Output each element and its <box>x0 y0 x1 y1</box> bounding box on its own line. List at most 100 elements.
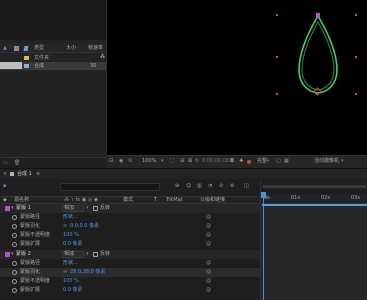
mask-property-row[interactable]: 蒙版路径 形状... <box>0 259 260 268</box>
timeline-tab-label[interactable]: 合成 1 <box>17 172 32 177</box>
pickwhip-icon[interactable]: @ <box>206 224 211 229</box>
shy-layers-icon[interactable]: ☺ <box>186 184 191 189</box>
time-navigator[interactable] <box>261 180 367 194</box>
transform-handle-br[interactable] <box>355 93 357 95</box>
timecode-display[interactable]: 0:00:00:00 <box>202 159 229 164</box>
label-column-icon[interactable] <box>14 46 19 51</box>
mode-dropdown-icon[interactable]: ▾ <box>86 206 89 211</box>
property-value[interactable]: 100 % <box>63 279 79 284</box>
sort-icon[interactable]: ▲ <box>3 46 7 51</box>
inverted-checkbox[interactable] <box>93 206 98 211</box>
tag-column-icon[interactable] <box>23 46 29 51</box>
mask-color-swatch[interactable] <box>5 252 10 257</box>
stopwatch-icon[interactable] <box>12 215 17 220</box>
constrain-link-icon[interactable]: ∞ <box>63 270 67 275</box>
grid-icon[interactable]: ⊞ <box>180 159 184 164</box>
property-value[interactable]: 形状... <box>63 215 78 220</box>
inverted-checkbox[interactable] <box>93 252 98 257</box>
pickwhip-icon[interactable]: @ <box>206 233 211 238</box>
stopwatch-icon[interactable] <box>12 233 17 238</box>
label-col-icon[interactable]: ◆ <box>3 198 7 203</box>
column-trkmat[interactable]: TrkMat <box>166 198 183 203</box>
column-mode[interactable]: 模式 <box>123 198 133 203</box>
trash-icon[interactable]: 🗑 <box>14 161 20 166</box>
zoom-dropdown-icon[interactable]: ▾ <box>161 159 164 164</box>
transparency-grid-icon[interactable]: ▦ <box>284 159 289 164</box>
stopwatch-icon[interactable] <box>12 270 17 275</box>
mask-property-row[interactable]: 蒙版不透明度 100 % <box>0 231 260 240</box>
flowchart-icon[interactable]: ⁂ <box>100 55 105 60</box>
property-value[interactable]: 28.0,28.0 像素 <box>70 270 105 275</box>
flowchart-timeline-icon[interactable]: ⊗ <box>230 184 234 189</box>
expand-icon[interactable]: ▾ <box>11 252 14 257</box>
fit-icon[interactable]: ⛶ <box>170 159 174 164</box>
transform-handle-mr[interactable] <box>355 56 357 58</box>
close-tab-icon[interactable]: × <box>3 172 7 177</box>
stopwatch-icon[interactable] <box>12 242 17 247</box>
property-value[interactable]: 0.0 像素 <box>63 288 83 293</box>
project-item-folder[interactable]: 文件夹 ⁂ <box>0 54 106 62</box>
mask-visibility-icon[interactable]: ⊙ <box>128 159 132 164</box>
layer-search-input[interactable] <box>60 183 160 191</box>
resolution-dropdown-icon[interactable]: ▾ <box>267 159 270 164</box>
mask-row[interactable]: ▾ 蒙版 2 相减 ▾ 反转 <box>0 250 260 259</box>
stopwatch-icon[interactable] <box>12 261 17 266</box>
interpret-footage-icon[interactable]: ▭ <box>3 161 8 166</box>
project-item-comp[interactable]: 合成 30 <box>0 62 106 70</box>
transform-handle-bl[interactable] <box>276 93 278 95</box>
playhead-line[interactable] <box>263 194 264 300</box>
transform-handle-tr[interactable] <box>355 14 357 16</box>
property-value[interactable]: 100 % <box>63 233 79 238</box>
mask-vertex-top[interactable] <box>316 13 320 17</box>
pickwhip-icon[interactable]: @ <box>206 288 211 293</box>
column-type[interactable]: 类型 <box>34 46 44 51</box>
comp-mini-icon[interactable]: ◫ <box>244 184 249 189</box>
mode-dropdown-icon[interactable]: ▾ <box>86 252 89 257</box>
column-source-name[interactable]: 源名称 <box>14 198 29 203</box>
mask-row[interactable]: ▾ 蒙版 1 相加 ▾ 反转 <box>0 204 260 213</box>
zoom-select[interactable]: 100% <box>142 159 156 164</box>
vr-icon[interactable]: ◉ <box>119 159 123 164</box>
pickwhip-icon[interactable]: @ <box>206 215 211 220</box>
camera-select[interactable]: 活动摄像机 <box>314 159 339 164</box>
snapshot-icon[interactable]: ◘ <box>230 159 234 164</box>
mask-name[interactable]: 蒙版 1 <box>16 206 31 211</box>
mask-property-row[interactable]: 蒙版羽化 ∞ 28.0,28.0 像素 <box>0 268 260 277</box>
mask-2-path[interactable] <box>301 20 335 91</box>
current-time-readout[interactable]: ▪ <box>3 184 6 189</box>
mask-property-row[interactable]: 蒙版扩展 0.0 像素 <box>0 286 260 295</box>
switches-icons[interactable]: ⁂ ∖ fx ▣ ◎ ◉ <box>64 198 98 203</box>
camera-dropdown-icon[interactable]: ▾ <box>341 159 344 164</box>
time-ruler[interactable]: 0s 01s 02s 03s <box>261 194 367 204</box>
stopwatch-icon[interactable] <box>12 224 17 229</box>
composition-viewer[interactable] <box>106 0 367 155</box>
constrain-link-icon[interactable]: ∞ <box>63 224 67 229</box>
tab-menu-icon[interactable]: ≡ <box>36 172 40 177</box>
stopwatch-icon[interactable] <box>12 279 17 284</box>
region-of-interest-icon[interactable]: ▢ <box>276 159 281 164</box>
column-parent[interactable]: 父级和链接 <box>200 198 225 203</box>
frame-blending-icon[interactable]: ▥ <box>197 184 202 189</box>
work-area-bar[interactable] <box>263 185 366 188</box>
show-snapshot-icon[interactable]: ♣ <box>239 159 243 164</box>
column-size[interactable]: 大小 <box>66 46 76 51</box>
timeline-graph[interactable]: 0s 01s 02s 03s <box>260 180 367 300</box>
pickwhip-icon[interactable]: @ <box>206 242 211 247</box>
mask-name[interactable]: 蒙版 2 <box>16 252 31 257</box>
mask-property-row[interactable]: 蒙版路径 形状... <box>0 213 260 222</box>
transform-handle-tl[interactable] <box>276 14 278 16</box>
guides-icon[interactable]: ⊠ <box>188 159 192 164</box>
property-value[interactable]: 0.0 像素 <box>63 242 83 247</box>
draft-3d-icon[interactable]: ⊕ <box>175 184 179 189</box>
resolution-select[interactable]: 完整 <box>257 159 267 164</box>
mask-property-row[interactable]: 蒙版扩展 0.0 像素 <box>0 240 260 249</box>
mask-property-row[interactable]: 蒙版不透明度 100 % <box>0 277 260 286</box>
mask-color-swatch[interactable] <box>5 206 10 211</box>
pickwhip-icon[interactable]: @ <box>206 270 211 275</box>
transform-handle-ml[interactable] <box>276 56 278 58</box>
stopwatch-icon[interactable] <box>12 288 17 293</box>
pickwhip-icon[interactable]: @ <box>206 279 211 284</box>
work-area-indicator[interactable] <box>262 204 367 206</box>
column-frame-rate[interactable]: 帧速率 <box>88 46 103 51</box>
pickwhip-icon[interactable]: @ <box>206 261 211 266</box>
